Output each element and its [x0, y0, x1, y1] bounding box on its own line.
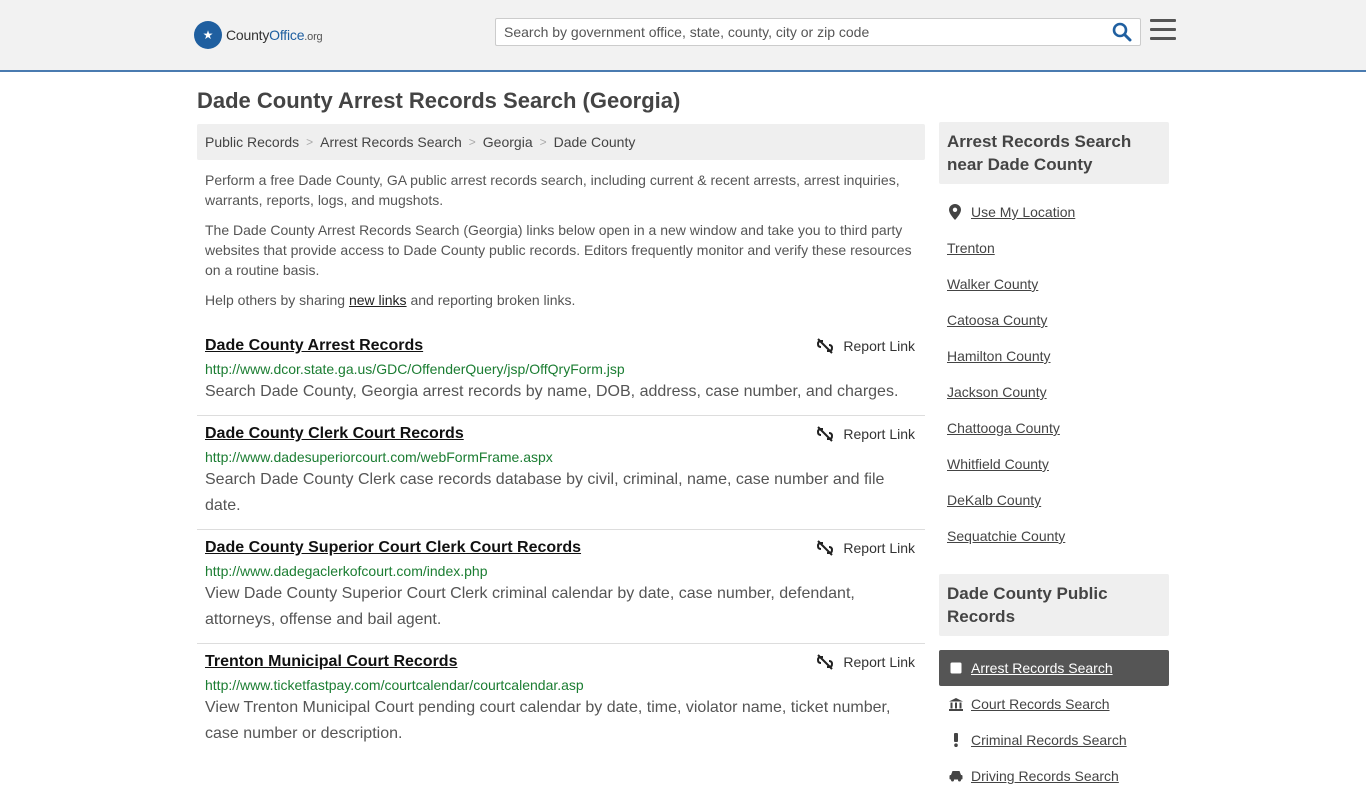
result-item: Dade County Superior Court Clerk Court R… [197, 530, 925, 644]
nav-arrest-records-search[interactable]: Arrest Records Search [939, 650, 1169, 686]
result-url: http://www.dadesuperiorcourt.com/webForm… [205, 449, 553, 465]
intro-text: Perform a free Dade County, GA public ar… [197, 170, 925, 310]
nearby-link-catoosa-county[interactable]: Catoosa County [947, 302, 1161, 338]
result-item: Dade County Arrest Records Report Link h… [197, 328, 925, 416]
result-description: Search Dade County, Georgia arrest recor… [205, 383, 899, 400]
public-records-heading: Dade County Public Records [939, 574, 1169, 636]
nearby-link-jackson-county[interactable]: Jackson County [947, 374, 1161, 410]
new-links-link[interactable]: new links [349, 292, 407, 308]
site-header: ★ CountyOffice.org [0, 0, 1366, 72]
map-pin-icon [949, 204, 961, 220]
nearby-list: Use My Location Trenton Walker County Ca… [939, 184, 1169, 554]
intro-paragraph-1: Perform a free Dade County, GA public ar… [205, 172, 900, 208]
result-title-link[interactable]: Dade County Arrest Records [205, 337, 423, 355]
public-records-nav: Arrest Records Search Court Records Sear… [939, 650, 1169, 794]
result-title-link[interactable]: Dade County Superior Court Clerk Court R… [205, 539, 581, 557]
nearby-heading: Arrest Records Search near Dade County [939, 122, 1169, 184]
search-icon [1112, 22, 1132, 42]
page-title: Dade County Arrest Records Search (Georg… [197, 88, 681, 113]
result-description: Search Dade County Clerk case records da… [205, 471, 885, 514]
result-item: Dade County Clerk Court Records Report L… [197, 416, 925, 530]
broken-link-icon [817, 654, 834, 670]
nav-court-records-search[interactable]: Court Records Search [939, 686, 1169, 722]
use-my-location-link[interactable]: Use My Location [947, 194, 1161, 230]
result-url: http://www.dadegaclerkofcourt.com/index.… [205, 563, 488, 579]
broken-link-icon [817, 338, 834, 354]
search-button[interactable] [1112, 22, 1134, 44]
report-link-button[interactable]: Report Link [817, 540, 915, 556]
breadcrumb-dade-county[interactable]: Dade County [554, 134, 636, 150]
square-icon [949, 662, 963, 674]
result-item: Trenton Municipal Court Records Report L… [197, 644, 925, 757]
intro-paragraph-2: The Dade County Arrest Records Search (G… [205, 222, 912, 278]
breadcrumb-arrest-records[interactable]: Arrest Records Search [320, 134, 462, 150]
result-description: View Trenton Municipal Court pending cou… [205, 699, 891, 742]
nearby-link-trenton[interactable]: Trenton [947, 230, 1161, 266]
car-icon [949, 770, 963, 782]
intro-paragraph-3: Help others by sharing new links and rep… [205, 292, 576, 308]
nav-criminal-records-search[interactable]: Criminal Records Search [939, 722, 1169, 758]
eagle-logo-icon: ★ [194, 21, 222, 49]
broken-link-icon [817, 540, 834, 556]
nearby-link-chattooga-county[interactable]: Chattooga County [947, 410, 1161, 446]
broken-link-icon [817, 426, 834, 442]
exclamation-icon [949, 733, 963, 747]
report-link-button[interactable]: Report Link [817, 426, 915, 442]
nearby-link-whitfield-county[interactable]: Whitfield County [947, 446, 1161, 482]
chevron-right-icon: > [539, 135, 547, 149]
chevron-right-icon: > [468, 135, 476, 149]
nearby-link-walker-county[interactable]: Walker County [947, 266, 1161, 302]
hamburger-menu-icon[interactable] [1150, 19, 1176, 43]
result-url: http://www.dcor.state.ga.us/GDC/Offender… [205, 361, 625, 377]
report-link-button[interactable]: Report Link [817, 654, 915, 670]
logo-text: CountyOffice.org [226, 27, 323, 43]
chevron-right-icon: > [306, 135, 314, 149]
breadcrumb: Public Records > Arrest Records Search >… [197, 124, 925, 160]
result-url: http://www.ticketfastpay.com/courtcalend… [205, 677, 584, 693]
nearby-link-hamilton-county[interactable]: Hamilton County [947, 338, 1161, 374]
result-description: View Dade County Superior Court Clerk cr… [205, 585, 855, 628]
results-list: Dade County Arrest Records Report Link h… [197, 328, 925, 757]
result-title-link[interactable]: Trenton Municipal Court Records [205, 653, 457, 671]
site-logo[interactable]: ★ CountyOffice.org [194, 20, 323, 50]
main-content: Public Records > Arrest Records Search >… [197, 124, 925, 757]
nav-driving-records-search[interactable]: Driving Records Search [939, 758, 1169, 794]
search-box [495, 18, 1141, 46]
result-title-link[interactable]: Dade County Clerk Court Records [205, 425, 464, 443]
nearby-link-sequatchie-county[interactable]: Sequatchie County [947, 518, 1161, 554]
breadcrumb-georgia[interactable]: Georgia [483, 134, 533, 150]
nearby-link-dekalb-county[interactable]: DeKalb County [947, 482, 1161, 518]
courthouse-icon [949, 697, 963, 711]
sidebar: Arrest Records Search near Dade County U… [939, 122, 1169, 794]
breadcrumb-public-records[interactable]: Public Records [205, 134, 299, 150]
report-link-button[interactable]: Report Link [817, 338, 915, 354]
search-input[interactable] [496, 19, 1096, 45]
